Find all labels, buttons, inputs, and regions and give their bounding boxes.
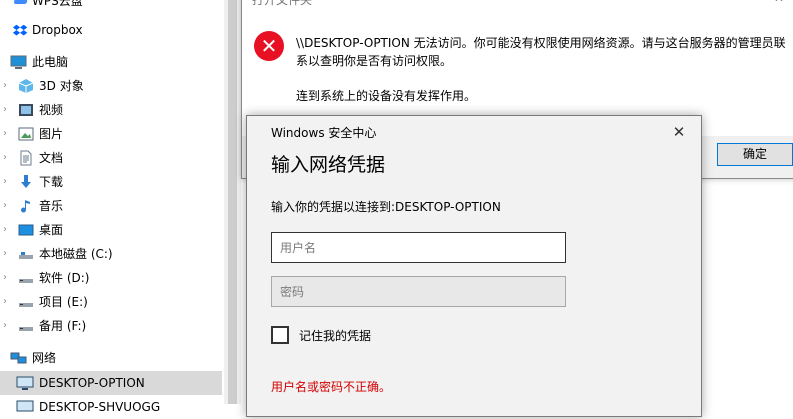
nav-label: 本地磁盘 (C:) <box>39 247 113 261</box>
chevron-right-icon[interactable]: › <box>3 194 9 218</box>
drive-icon <box>18 246 34 262</box>
nav-label: 图片 <box>39 127 64 141</box>
nav-label: 下载 <box>39 175 64 189</box>
nav-item-network[interactable]: 网络 <box>0 346 222 370</box>
error-detail: 连到系统上的设备没有发挥作用。 <box>296 89 477 103</box>
chevron-right-icon[interactable]: › <box>3 242 9 266</box>
navigation-pane: WPS云盘 Dropbox 此电脑 › 3D 对象 › 视频 › 图片 › 文档… <box>0 0 225 414</box>
chevron-right-icon[interactable]: › <box>3 266 9 290</box>
nav-label: 桌面 <box>39 223 64 237</box>
nav-label: 文档 <box>39 151 64 165</box>
nav-item-3d-objects[interactable]: › 3D 对象 <box>0 74 222 98</box>
nav-label: 此电脑 <box>32 55 69 69</box>
desktop-icon <box>18 222 34 238</box>
remember-credentials-checkbox[interactable] <box>271 326 289 344</box>
nav-label: DESKTOP-OPTION <box>39 376 145 390</box>
monitor-icon <box>16 399 34 415</box>
dialog-title: 打开文件夹 <box>252 0 313 7</box>
dialog-heading: 输入网络凭据 <box>271 154 386 176</box>
chevron-right-icon[interactable]: › <box>3 122 9 146</box>
nav-label: 网络 <box>32 351 57 365</box>
nav-label: 视频 <box>39 103 64 117</box>
pictures-icon <box>18 126 34 142</box>
network-icon <box>10 350 27 366</box>
dialog-app-name: Windows 安全中心 <box>271 126 377 140</box>
nav-item-desktop[interactable]: › 桌面 <box>0 218 222 242</box>
nav-item-downloads[interactable]: › 下载 <box>0 170 222 194</box>
error-message: \\DESKTOP-OPTION 无法访问。你可能没有权限使用网络资源。请与这台… <box>296 36 786 68</box>
chevron-right-icon[interactable]: › <box>3 290 9 314</box>
chevron-right-icon[interactable]: › <box>3 74 9 98</box>
nav-label: WPS云盘 <box>32 0 83 8</box>
documents-icon <box>18 150 34 166</box>
chevron-right-icon[interactable]: › <box>3 170 9 194</box>
drive-icon <box>18 318 34 334</box>
nav-scrollbar[interactable] <box>224 0 241 404</box>
monitor-icon <box>16 375 34 391</box>
ok-button[interactable]: 确定 <box>717 143 793 166</box>
nav-item-videos[interactable]: › 视频 <box>0 98 222 122</box>
videos-icon <box>18 102 34 118</box>
nav-item-dropbox[interactable]: Dropbox <box>0 18 222 42</box>
drive-icon <box>18 270 34 286</box>
nav-item-desktop-option[interactable]: DESKTOP-OPTION <box>0 371 222 395</box>
credential-prompt: 输入你的凭据以连接到:DESKTOP-OPTION <box>271 200 501 214</box>
nav-item-music[interactable]: › 音乐 <box>0 194 222 218</box>
nav-label: 备用 (F:) <box>39 319 87 333</box>
computer-icon <box>10 54 27 70</box>
error-text: 用户名或密码不正确。 <box>271 380 392 394</box>
nav-label: 3D 对象 <box>39 79 84 93</box>
password-input[interactable] <box>271 276 566 307</box>
3d-objects-icon <box>18 78 34 94</box>
close-icon[interactable]: ✕ <box>669 122 689 142</box>
nav-item-pictures[interactable]: › 图片 <box>0 122 222 146</box>
error-icon: ✕ <box>254 31 284 61</box>
chevron-right-icon[interactable]: › <box>3 314 9 338</box>
downloads-icon <box>18 174 34 190</box>
close-icon[interactable]: ✕ <box>774 0 784 5</box>
nav-item-documents[interactable]: › 文档 <box>0 146 222 170</box>
nav-item-drive-f[interactable]: › 备用 (F:) <box>0 314 222 338</box>
remember-credentials-label[interactable]: 记住我的凭据 <box>299 327 371 344</box>
username-input[interactable] <box>271 232 566 263</box>
scrollbar-thumb[interactable] <box>228 0 237 404</box>
nav-item-drive-e[interactable]: › 项目 (E:) <box>0 290 222 314</box>
nav-label: 项目 (E:) <box>39 295 88 309</box>
nav-item-this-pc[interactable]: 此电脑 <box>0 50 222 74</box>
chevron-right-icon[interactable]: › <box>3 218 9 242</box>
chevron-right-icon[interactable]: › <box>3 98 9 122</box>
dropbox-icon <box>12 22 28 38</box>
nav-label: DESKTOP-SHVUOGG <box>39 400 161 414</box>
nav-label: 音乐 <box>39 199 64 213</box>
chevron-right-icon[interactable]: › <box>3 146 9 170</box>
nav-label: Dropbox <box>32 23 83 37</box>
music-icon <box>18 198 34 214</box>
nav-item-wps-cloud[interactable]: WPS云盘 <box>0 0 222 13</box>
credential-dialog: Windows 安全中心 ✕ 输入网络凭据 输入你的凭据以连接到:DESKTOP… <box>246 115 702 417</box>
nav-item-desktop-shvuogg[interactable]: DESKTOP-SHVUOGG <box>0 395 222 419</box>
nav-item-drive-d[interactable]: › 软件 (D:) <box>0 266 222 290</box>
cloud-icon <box>12 0 28 9</box>
nav-item-drive-c[interactable]: › 本地磁盘 (C:) <box>0 242 222 266</box>
nav-label: 软件 (D:) <box>39 271 90 285</box>
drive-icon <box>18 294 34 310</box>
